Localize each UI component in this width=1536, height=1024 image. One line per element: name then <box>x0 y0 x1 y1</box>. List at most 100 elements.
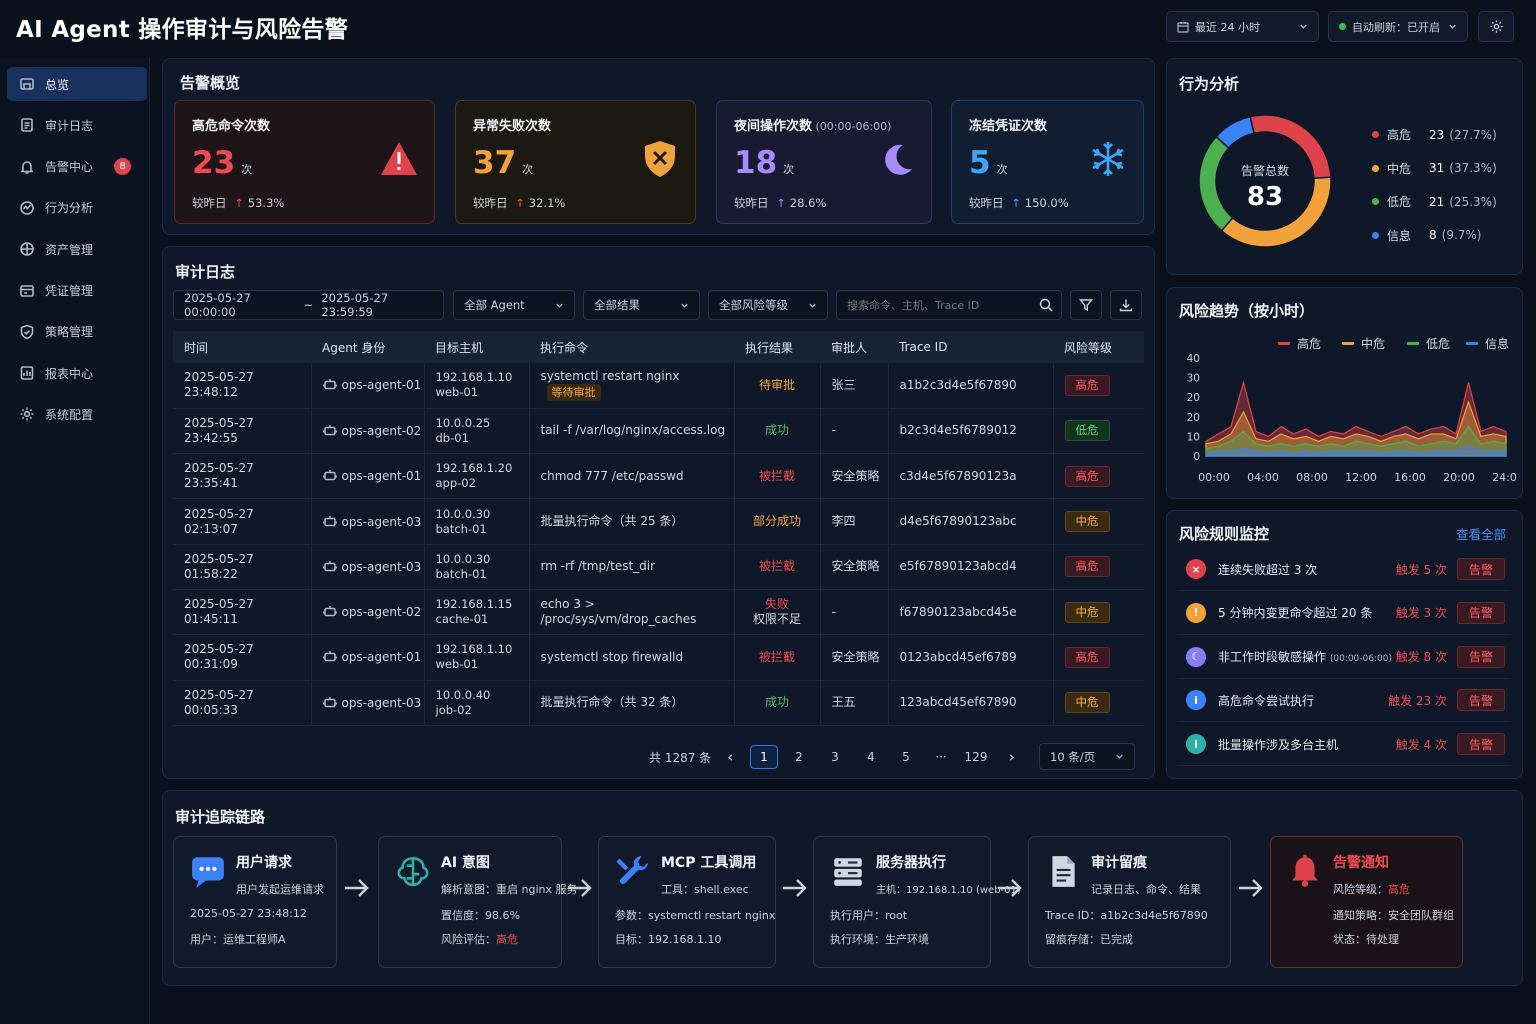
x-tick-label: 16:00 <box>1394 471 1426 484</box>
sidebar-item-label: 行为分析 <box>45 201 94 216</box>
chevron-right-icon <box>1009 753 1014 761</box>
rule-alert-button[interactable]: 告警 <box>1457 601 1505 624</box>
page-button-4[interactable]: 4 <box>857 745 885 769</box>
robot-icon <box>322 424 337 436</box>
result-text: 失败 <box>764 597 789 612</box>
prev-page-button[interactable] <box>716 745 744 769</box>
next-page-button[interactable] <box>997 745 1025 769</box>
view-all-link[interactable]: 查看全部 <box>1456 524 1506 543</box>
sidebar-item-system-config[interactable]: 系统配置 <box>7 397 147 431</box>
agent-filter-select[interactable]: 全部 Agent <box>453 290 575 320</box>
column-header[interactable]: 风险等级 <box>1053 331 1144 363</box>
column-header[interactable]: 目标主机 <box>424 331 529 363</box>
settings-button[interactable] <box>1478 11 1514 42</box>
trace-step-user-request[interactable]: 用户请求 用户发起运维请求 2025-05-27 23:48:12 用户：运维工程师A <box>173 836 337 968</box>
time-range-select[interactable]: 最近 24 小时 <box>1166 11 1319 42</box>
column-header[interactable]: 执行结果 <box>734 331 820 363</box>
page-button-2[interactable]: 2 <box>785 745 813 769</box>
trace-step-detail-1: 风险等级：高危 <box>1333 883 1410 896</box>
result-text: 成功 <box>764 695 789 710</box>
cell-trace-id[interactable]: f67890123abcd45e <box>888 589 1054 636</box>
cell-trace-id[interactable]: d4e5f67890123abc <box>888 498 1054 545</box>
column-header[interactable]: 执行命令 <box>529 331 734 363</box>
sidebar-item-behavior-analysis[interactable]: 行为分析 <box>7 191 147 225</box>
table-row[interactable]: 2025-05-27 23:42:55 ops-agent-02 10.0.0.25… <box>173 408 1144 455</box>
rule-alert-button[interactable]: 告警 <box>1457 689 1505 712</box>
night-operation-card[interactable]: 夜间操作次数 (00:00-06:00) 18 次较昨日 ↑ 28.6% <box>716 100 932 224</box>
warning-triangle-icon <box>381 142 417 175</box>
table-row[interactable]: 2025-05-27 23:48:12 ops-agent-01 192.168.1… <box>173 363 1144 409</box>
cell-trace-id[interactable]: c3d4e5f67890123a <box>888 453 1054 500</box>
page-button-1[interactable]: 1 <box>750 745 778 769</box>
audit-search-box[interactable] <box>836 290 1062 320</box>
table-row[interactable]: 2025-05-27 00:31:09 ops-agent-01 192.168.1… <box>173 634 1144 681</box>
legend-percent: (37.3%) <box>1449 161 1497 175</box>
table-row[interactable]: 2025-05-27 01:45:11 ops-agent-02 192.168.1… <box>173 589 1144 636</box>
rule-alert-button[interactable]: 告警 <box>1457 558 1505 580</box>
rule-alert-button[interactable]: 告警 <box>1457 733 1505 756</box>
page-ellipsis[interactable]: ··· <box>927 745 955 769</box>
sidebar-item-label: 总览 <box>45 77 70 92</box>
trace-step-mcp-tool-call[interactable]: MCP 工具调用 工具：shell.exec 参数：systemctl restar… <box>598 836 776 968</box>
cell-risk-level: 高危 <box>1053 544 1144 590</box>
sidebar-item-report-center[interactable]: 报表中心 <box>7 356 147 390</box>
frozen-credential-card[interactable]: 冻结凭证次数 5 次较昨日 ↑ 150.0% <box>951 100 1144 224</box>
table-row[interactable]: 2025-05-27 23:35:41 ops-agent-01 192.168.1… <box>173 453 1144 500</box>
table-row[interactable]: 2025-05-27 02:13:07 ops-agent-03 10.0.0.30… <box>173 498 1144 545</box>
rule-status-icon: i <box>1186 690 1206 711</box>
export-button[interactable] <box>1110 290 1142 320</box>
cell-trace-id[interactable]: b2c3d4e5f6789012 <box>888 408 1054 455</box>
rule-item[interactable]: i 高危命令尝试执行 触发 23 次 告警 <box>1177 679 1511 723</box>
rule-item[interactable]: ! 5 分钟内变更命令超过 20 条 触发 3 次 告警 <box>1177 592 1511 635</box>
rule-alert-button[interactable]: 告警 <box>1457 645 1505 668</box>
sidebar-item-asset-management[interactable]: 资产管理 <box>7 232 147 266</box>
rule-item[interactable]: × 连续失败超过 3 次 触发 5 次 告警 <box>1177 548 1511 591</box>
page-button-5[interactable]: 5 <box>892 745 920 769</box>
dashboard-icon <box>20 78 34 90</box>
column-header[interactable]: Trace ID <box>888 331 1053 363</box>
cell-trace-id[interactable]: a1b2c3d4e5f67890 <box>888 363 1054 409</box>
abnormal-failure-card[interactable]: 异常失败次数 37 次较昨日 ↑ 32.1% <box>455 100 696 224</box>
trace-step-title: 告警通知 <box>1333 855 1389 871</box>
legend-dot-icon <box>1372 198 1379 205</box>
risk-trend-title: 风险趋势（按小时） <box>1179 302 1315 320</box>
date-range-picker[interactable]: 2025-05-27 00:00:00 ~ 2025-05-27 23:59:5… <box>173 290 444 320</box>
trace-step-audit-trace[interactable]: 审计留痕 记录日志、命令、结果 Trace ID：a1b2c3d4e5f67890 留… <box>1028 836 1231 968</box>
trace-step-server-execution[interactable]: 服务器执行 主机：192.168.1.10 (web-01) 执行用户：root 执行… <box>813 836 1021 968</box>
rule-item[interactable]: ☾ 非工作时段敏感操作 (00:00-06:00) 触发 8 次 告警 <box>1177 636 1511 679</box>
trace-step-ai-intent[interactable]: AI 意图 解析意图：重启 nginx 服务 置信度：98.6% 风险评估：高危 <box>378 836 577 968</box>
table-row[interactable]: 2025-05-27 01:58:22 ops-agent-03 10.0.0.30… <box>173 544 1144 590</box>
trace-step-alert-notification[interactable]: 告警通知 风险等级：高危 通知策略：安全团队群组 状态：待处理 <box>1270 836 1463 968</box>
high-risk-command-card[interactable]: 高危命令次数 23 次较昨日 ↑ 53.3% <box>174 100 435 224</box>
cell-command: chmod 777 /etc/passwd <box>529 453 735 500</box>
cell-trace-id[interactable]: e5f67890123abcd4 <box>888 544 1054 590</box>
sidebar-item-overview[interactable]: 总览 <box>7 67 147 101</box>
rule-item[interactable]: i 批量操作涉及多台主机 触发 4 次 告警 <box>1177 723 1511 767</box>
sidebar-item-policy-management[interactable]: 策略管理 <box>7 315 147 349</box>
filter-button[interactable] <box>1070 290 1102 320</box>
risk-level-badge: 高危 <box>1064 465 1110 487</box>
sidebar-item-audit-log[interactable]: 审计日志 <box>7 108 147 142</box>
card-icon <box>20 284 34 297</box>
column-header[interactable]: Agent 身份 <box>311 331 424 363</box>
auto-refresh-label: 自动刷新：已开启 <box>1352 20 1440 34</box>
search-input[interactable] <box>847 298 1027 312</box>
table-row[interactable]: 2025-05-27 00:05:33 ops-agent-03 10.0.0.40… <box>173 680 1144 726</box>
search-icon[interactable] <box>1039 298 1053 312</box>
page-button-129[interactable]: 129 <box>961 745 991 769</box>
cell-trace-id[interactable]: 123abcd45ef67890 <box>888 680 1054 726</box>
legend-value: 8 <box>1429 228 1437 242</box>
risk-filter-select[interactable]: 全部风险等级 <box>708 290 828 320</box>
kpi-value: 23 次 <box>192 145 253 181</box>
auto-refresh-toggle[interactable]: 自动刷新：已开启 <box>1328 11 1468 42</box>
page-size-select[interactable]: 10 条/页 <box>1039 743 1135 770</box>
column-header[interactable]: 时间 <box>173 331 311 363</box>
robot-icon <box>322 470 337 481</box>
column-header[interactable]: 审批人 <box>820 331 888 363</box>
chevron-down-icon <box>1449 24 1456 29</box>
result-filter-select[interactable]: 全部结果 <box>583 290 700 320</box>
cell-trace-id[interactable]: 0123abcd45ef6789 <box>888 634 1054 681</box>
cell-time: 2025-05-27 00:31:09 <box>173 634 312 681</box>
sidebar-item-credential-management[interactable]: 凭证管理 <box>7 274 147 308</box>
page-button-3[interactable]: 3 <box>821 745 849 769</box>
